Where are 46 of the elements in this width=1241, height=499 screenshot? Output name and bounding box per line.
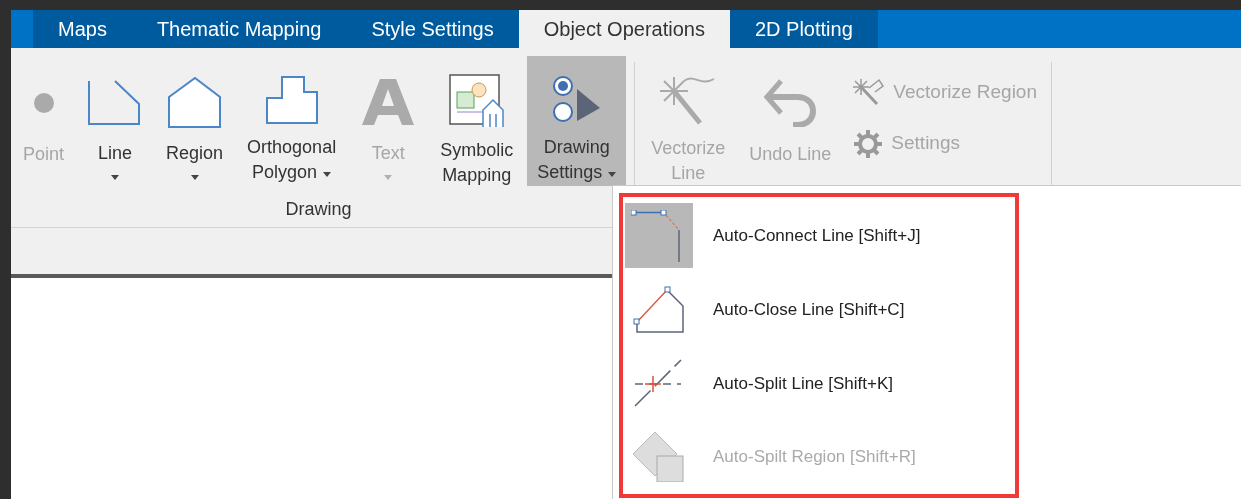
caret-icon <box>111 174 120 180</box>
menu-item[interactable]: Auto-Connect Line [Shift+J] <box>623 199 1015 273</box>
symbol-map-icon <box>448 74 505 128</box>
button-label: Undo Line <box>749 143 832 166</box>
ribbon-button[interactable]: Drawing Settings <box>527 56 627 186</box>
ribbon-button[interactable]: Region <box>156 56 234 186</box>
settings-icon <box>853 128 884 159</box>
group-label: Drawing <box>285 198 352 221</box>
ribbon-tab[interactable]: Object Operations <box>518 10 730 48</box>
menu-item-label: Auto-Split Line [Shift+K] <box>713 372 894 395</box>
ribbon-button[interactable]: Symbolic Mapping <box>430 56 524 186</box>
button-label: Point <box>23 143 65 166</box>
dot-icon <box>32 92 55 114</box>
caret-icon <box>384 174 393 180</box>
button-label: Line <box>671 162 706 185</box>
ribbon-tab[interactable]: Maps <box>33 10 132 48</box>
button-label: Drawing <box>543 136 610 160</box>
radio-pointer-icon <box>551 74 602 125</box>
polyline-icon <box>88 79 143 126</box>
menu-item-label: Auto-Spilt Region [Shift+R] <box>713 446 916 469</box>
ribbon-tab[interactable]: 2D Plotting <box>729 10 878 48</box>
button-label: Orthogonal <box>247 136 337 160</box>
ribbon-button[interactable]: Orthogonal Polygon <box>237 56 347 186</box>
button-label: Settings <box>537 160 617 186</box>
menu-item-label: Auto-Connect Line [Shift+J] <box>713 225 921 248</box>
menu-item[interactable]: Auto-Close Line [Shift+C] <box>623 272 1015 347</box>
button-label: Line <box>98 142 133 165</box>
caret-icon <box>323 171 332 177</box>
polygon-icon <box>265 75 318 124</box>
ribbon-button[interactable]: Line <box>78 56 153 186</box>
caret-icon <box>608 171 617 177</box>
button-label: Symbolic <box>440 139 514 162</box>
menu-item-label: Auto-Close Line [Shift+C] <box>713 298 905 321</box>
menu-item[interactable]: Auto-Split Line [Shift+K] <box>623 346 1015 421</box>
button-label: Polygon <box>252 160 332 186</box>
ribbon-tab[interactable]: Style Settings <box>346 10 519 48</box>
button-label: Text <box>371 142 405 165</box>
button-label: Mapping <box>442 164 512 187</box>
caret-icon <box>190 174 199 180</box>
magic-wand-icon <box>853 78 886 107</box>
button-label: Vectorize <box>651 137 726 160</box>
magic-wand-icon <box>660 75 717 125</box>
letter-a-icon <box>360 78 417 127</box>
ribbon-tab[interactable]: Thematic Mapping <box>131 10 347 48</box>
button-label: Region <box>166 142 224 165</box>
pentagon-icon <box>167 76 222 129</box>
